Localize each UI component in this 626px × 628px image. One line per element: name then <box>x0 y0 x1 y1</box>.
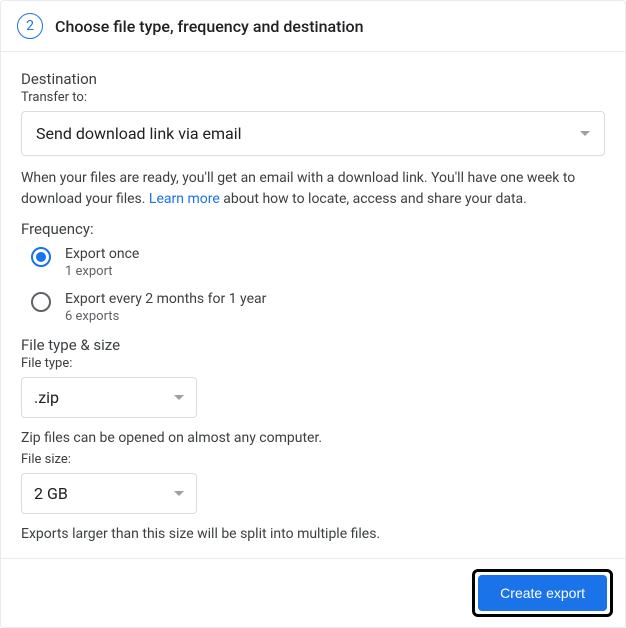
frequency-option-label: Export once <box>65 246 139 262</box>
step-title: Choose file type, frequency and destinat… <box>55 17 364 36</box>
radio-dot-icon <box>36 252 46 262</box>
file-size-label: File size: <box>21 452 605 467</box>
file-type-label: File type: <box>21 356 605 371</box>
step-number-badge: 2 <box>17 13 43 39</box>
step-header: 2 Choose file type, frequency and destin… <box>1 1 625 52</box>
destination-help-text: When your files are ready, you'll get an… <box>21 168 605 210</box>
transfer-destination-value: Send download link via email <box>36 124 242 143</box>
frequency-option-bimonthly[interactable]: Export every 2 months for 1 year 6 expor… <box>31 291 605 324</box>
export-step-panel: 2 Choose file type, frequency and destin… <box>0 0 626 628</box>
create-export-button[interactable]: Create export <box>478 575 607 611</box>
frequency-option-sub: 6 exports <box>65 309 266 324</box>
transfer-to-label: Transfer to: <box>21 90 605 105</box>
file-size-value: 2 GB <box>34 484 68 503</box>
file-size-select[interactable]: 2 GB <box>21 473 197 514</box>
chevron-down-icon <box>580 131 590 136</box>
help-text-after: about how to locate, access and share yo… <box>220 191 527 207</box>
chevron-down-icon <box>174 395 184 400</box>
frequency-option-label: Export every 2 months for 1 year <box>65 291 266 307</box>
step-body: Destination Transfer to: Send download l… <box>1 52 625 558</box>
transfer-destination-select[interactable]: Send download link via email <box>21 111 605 156</box>
file-type-select[interactable]: .zip <box>21 377 197 418</box>
file-size-description: Exports larger than this size will be sp… <box>21 526 605 542</box>
frequency-radio-group: Export once 1 export Export every 2 mont… <box>21 246 605 324</box>
radio-icon <box>31 292 51 312</box>
frequency-heading: Frequency: <box>21 220 605 238</box>
callout-highlight: Create export <box>472 569 613 617</box>
frequency-option-once[interactable]: Export once 1 export <box>31 246 605 279</box>
chevron-down-icon <box>174 491 184 496</box>
radio-icon <box>31 247 51 267</box>
step-footer: Create export <box>1 558 625 627</box>
file-type-description: Zip files can be opened on almost any co… <box>21 430 605 446</box>
learn-more-link[interactable]: Learn more <box>149 191 220 207</box>
filetype-size-heading: File type & size <box>21 336 605 354</box>
destination-heading: Destination <box>21 70 605 88</box>
file-type-value: .zip <box>34 388 59 407</box>
frequency-option-sub: 1 export <box>65 264 139 279</box>
